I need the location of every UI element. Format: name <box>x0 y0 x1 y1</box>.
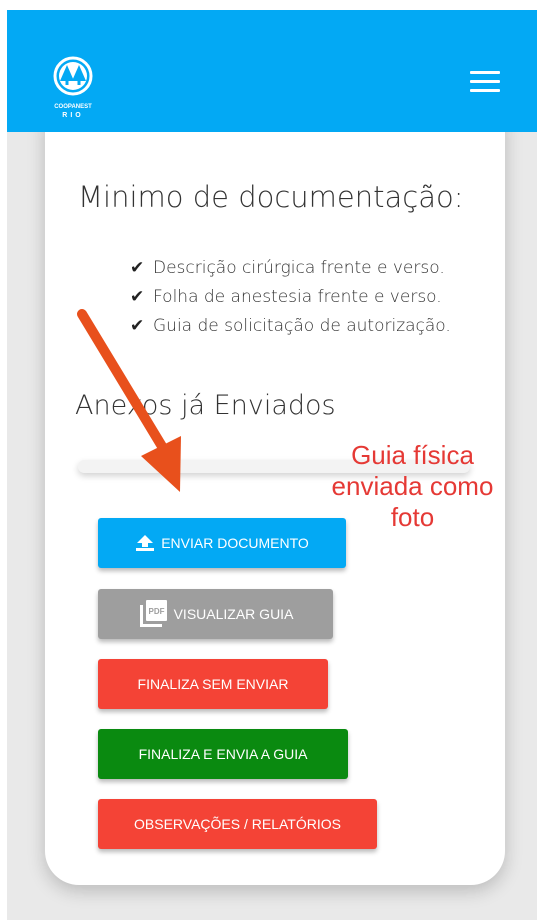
finaliza-e-envia-label: FINALIZA E ENVIA A GUIA <box>138 746 308 762</box>
pdf-icon: PDF <box>138 599 168 629</box>
top-strip <box>0 0 537 10</box>
finaliza-sem-enviar-label: FINALIZA SEM ENVIAR <box>137 676 289 692</box>
coopanest-logo[interactable]: COOPANEST RIO <box>47 54 99 130</box>
visualizar-guia-label: VISUALIZAR GUIA <box>173 606 294 622</box>
observacoes-relatorios-button[interactable]: OBSERVAÇÕES / RELATÓRIOS <box>98 799 377 849</box>
requirement-text: Descrição cirúrgica frente e verso. <box>153 258 445 278</box>
logo-text-bottom: RIO <box>62 112 83 119</box>
svg-text:PDF: PDF <box>148 607 164 616</box>
requirements-title: Minimo de documentação: <box>78 180 464 214</box>
enviar-documento-label: ENVIAR DOCUMENTO <box>161 535 309 551</box>
app-header: COOPANEST RIO <box>7 10 537 132</box>
checkmark-icon: ✔ <box>130 258 145 278</box>
list-item: ✔ Descrição cirúrgica frente e verso. <box>130 256 451 285</box>
observacoes-relatorios-label: OBSERVAÇÕES / RELATÓRIOS <box>134 816 341 832</box>
finaliza-sem-enviar-button[interactable]: FINALIZA SEM ENVIAR <box>98 659 328 709</box>
hamburger-menu-icon[interactable] <box>470 71 502 93</box>
visualizar-guia-button[interactable]: PDF VISUALIZAR GUIA <box>98 589 333 639</box>
enviar-documento-button[interactable]: ENVIAR DOCUMENTO <box>98 518 346 568</box>
tree-logo-icon: COOPANEST RIO <box>53 56 93 119</box>
finaliza-e-envia-button[interactable]: FINALIZA E ENVIA A GUIA <box>98 729 348 779</box>
annotation-arrow-icon <box>77 309 181 492</box>
upload-icon <box>135 534 155 552</box>
annotation-note: Guia física enviada como foto <box>331 440 494 532</box>
logo-text-top: COOPANEST <box>54 104 92 110</box>
